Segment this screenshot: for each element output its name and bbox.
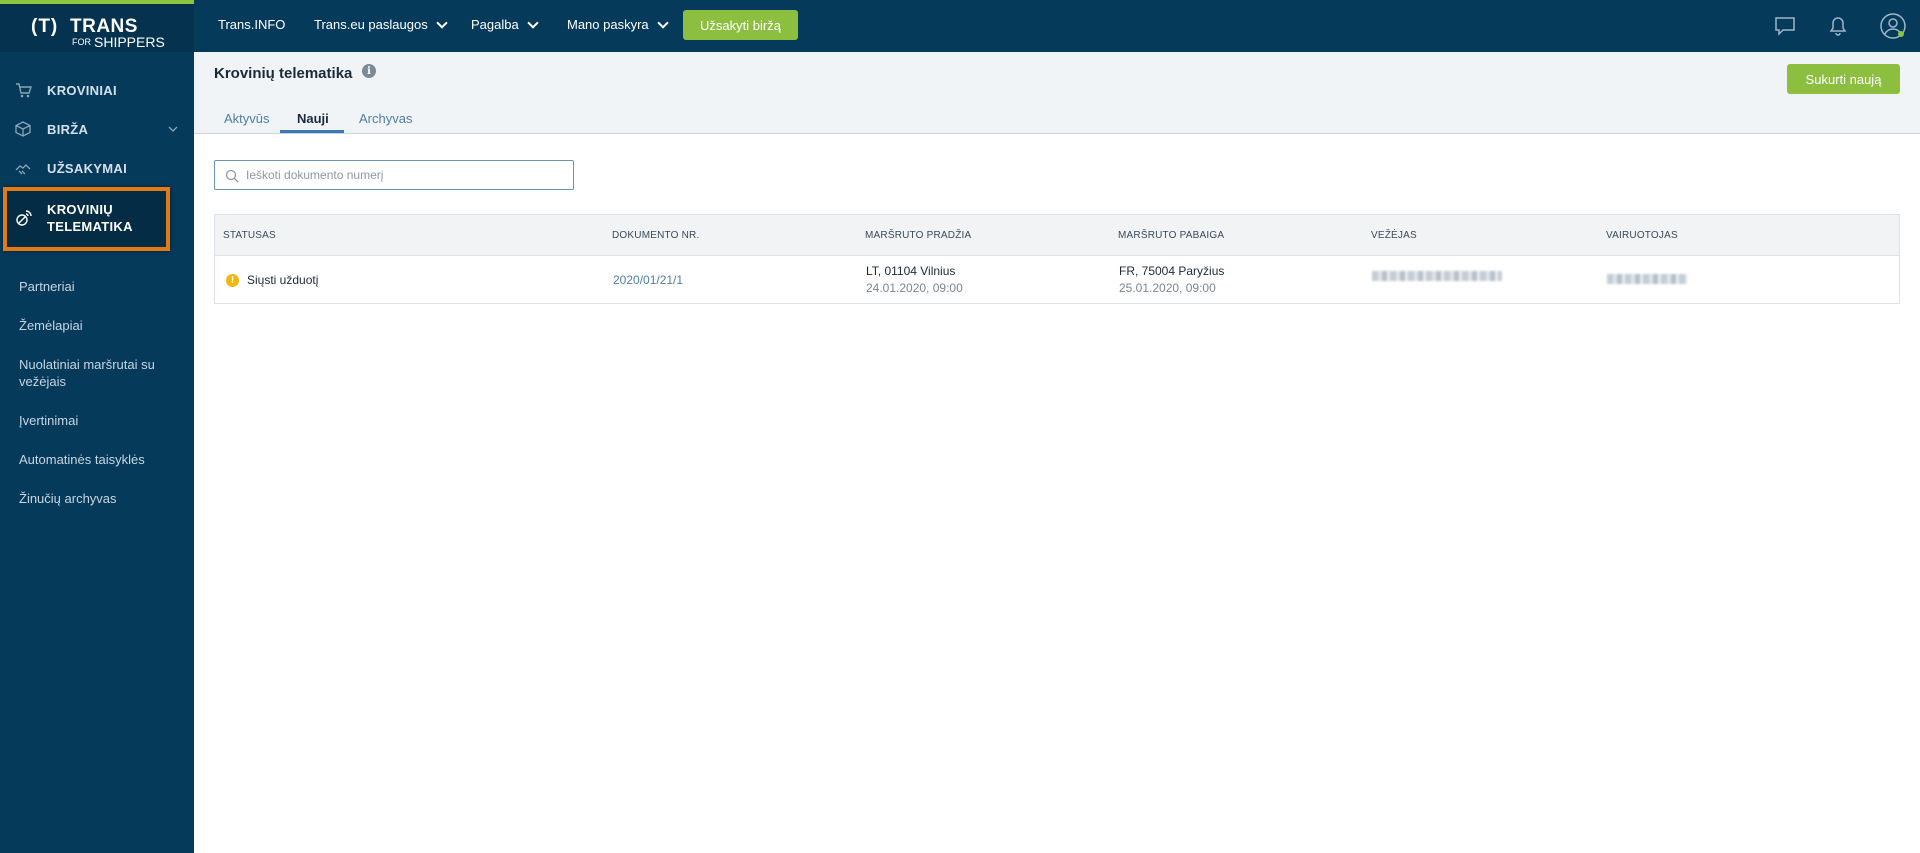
sidebar-item-birza[interactable]: BIRŽA: [0, 111, 194, 147]
document-search[interactable]: [214, 160, 574, 190]
route-end-time: 25.01.2020, 09:00: [1119, 281, 1216, 295]
topbar-link-label: Mano paskyra: [567, 17, 649, 32]
tab-archyvas[interactable]: Archyvas: [359, 111, 412, 126]
column-header-carrier: VEŽĖJAS: [1371, 230, 1417, 241]
logo-shippers: SHIPPERS: [94, 34, 165, 50]
topbar-link-mano-paskyra[interactable]: Mano paskyra: [567, 16, 669, 32]
sidebar-item-kroviniu-telematika[interactable]: KROVINIŲ TELEMATIKA: [3, 187, 170, 251]
route-start-time: 24.01.2020, 09:00: [866, 281, 963, 295]
table-row[interactable]: ! Siųsti užduotį 2020/01/21/1 LT, 01104 …: [215, 256, 1899, 304]
label-line-1: KROVINIŲ: [47, 202, 113, 217]
document-number-link[interactable]: 2020/01/21/1: [613, 273, 683, 287]
logo-mark: (T): [31, 16, 59, 37]
topbar-link-pagalba[interactable]: Pagalba: [471, 16, 539, 32]
handshake-icon: [13, 158, 33, 178]
sidebar-subitem-zemelapiai[interactable]: Žemėlapiai: [19, 317, 179, 334]
driver-name-redacted: [1607, 274, 1687, 284]
topbar-link-label: Trans.INFO: [218, 17, 286, 32]
sidebar-subitem-partneriai[interactable]: Partneriai: [19, 278, 179, 295]
topbar-link-paslaugos[interactable]: Trans.eu paslaugos: [314, 16, 448, 32]
route-start-place: LT, 01104 Vilnius: [866, 264, 956, 278]
route-end-place: FR, 75004 Paryžius: [1119, 264, 1225, 278]
bell-icon[interactable]: [1826, 14, 1850, 38]
logo[interactable]: (T) TRANS FOR SHIPPERS: [0, 4, 194, 52]
cart-icon: [13, 80, 33, 100]
sidebar-item-uzsakymai[interactable]: UŽSAKYMAI: [0, 150, 194, 186]
sidebar-item-label: KROVINIŲ TELEMATIKA: [47, 201, 133, 235]
label-line-2: TELEMATIKA: [47, 219, 133, 234]
topbar-link-label: Trans.eu paslaugos: [314, 17, 428, 32]
sidebar-item-label: UŽSAKYMAI: [47, 160, 127, 176]
chevron-down-icon: [656, 16, 669, 29]
column-header-route-start: MARŠRUTO PRADŽIA: [865, 230, 972, 241]
chevron-down-icon[interactable]: [168, 124, 178, 135]
sidebar-item-kroviniai[interactable]: KROVINIAI: [0, 72, 194, 108]
tab-aktyvus[interactable]: Aktyvūs: [224, 111, 270, 126]
sidebar: (T) TRANS FOR SHIPPERS KROVINIAI BIRŽA U…: [0, 0, 194, 853]
sidebar-subitem-automatines-taisykles[interactable]: Automatinės taisyklės: [19, 451, 179, 468]
column-header-status: STATUSAS: [223, 230, 276, 241]
sidebar-subitem-ivertinimai[interactable]: Įvertinimai: [19, 412, 179, 429]
telematics-table: STATUSAS DOKUMENTO NR. MARŠRUTO PRADŽIA …: [214, 214, 1900, 304]
top-bar: Trans.INFO Trans.eu paslaugos Pagalba Ma…: [194, 0, 1920, 52]
column-header-document: DOKUMENTO NR.: [612, 230, 700, 241]
sidebar-subitem-nuolatiniai-marsrutai[interactable]: Nuolatiniai maršrutai su vežėjais: [19, 356, 179, 390]
topbar-link-trans-info[interactable]: Trans.INFO: [218, 17, 285, 32]
order-exchange-button[interactable]: Užsakyti biržą: [683, 10, 798, 40]
chevron-down-icon: [436, 16, 448, 29]
status-text: Siųsti užduotį: [247, 273, 319, 287]
table-header: STATUSAS DOKUMENTO NR. MARŠRUTO PRADŽIA …: [215, 215, 1899, 256]
search-input[interactable]: [246, 166, 566, 184]
active-tab-indicator: [280, 130, 344, 133]
page-title: Krovinių telematika: [214, 65, 353, 82]
sidebar-subitem-zinuciu-archyvas[interactable]: Žinučių archyvas: [19, 490, 179, 507]
search-icon: [225, 169, 239, 183]
info-icon[interactable]: i: [362, 64, 376, 78]
user-avatar-icon[interactable]: [1879, 12, 1907, 40]
create-new-button[interactable]: Sukurti naują: [1787, 64, 1900, 94]
box-icon: [13, 119, 33, 139]
warning-icon: !: [226, 274, 239, 287]
column-header-route-end: MARŠRUTO PABAIGA: [1118, 230, 1225, 241]
chevron-down-icon: [527, 16, 539, 29]
column-header-driver: VAIRUOTOJAS: [1606, 230, 1678, 241]
topbar-link-label: Pagalba: [471, 17, 519, 32]
logo-for: FOR: [72, 37, 91, 47]
satellite-icon: [14, 208, 34, 233]
page-header: Krovinių telematika i Sukurti naują Akty…: [194, 52, 1920, 134]
sidebar-item-label: KROVINIAI: [47, 82, 117, 98]
chat-icon[interactable]: [1773, 14, 1797, 38]
tab-nauji[interactable]: Nauji: [297, 111, 329, 126]
sidebar-item-label: BIRŽA: [47, 121, 89, 137]
carrier-name-redacted: [1372, 271, 1502, 281]
